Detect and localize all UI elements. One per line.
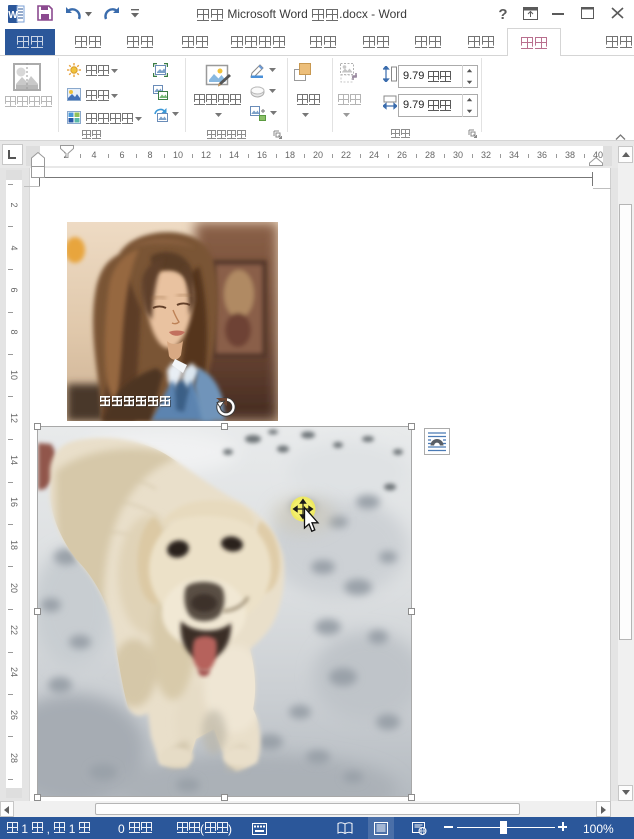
svg-text:W: W bbox=[8, 10, 18, 21]
